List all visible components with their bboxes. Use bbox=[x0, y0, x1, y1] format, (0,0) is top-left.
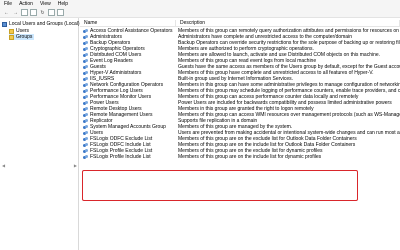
group-icon bbox=[83, 65, 88, 69]
list-rows: Access Control Assistance Operators Membe… bbox=[80, 28, 400, 160]
menu-bar: File Action View Help bbox=[0, 0, 400, 8]
group-icon bbox=[83, 107, 88, 111]
group-name: FSLogix Profile Include List bbox=[90, 154, 151, 160]
group-icon bbox=[83, 101, 88, 105]
refresh-icon[interactable]: ↻ bbox=[39, 9, 46, 16]
list-header: Name Description bbox=[80, 20, 400, 27]
group-icon bbox=[83, 59, 88, 63]
menu-help[interactable]: Help bbox=[58, 0, 68, 8]
menu-file[interactable]: File bbox=[4, 0, 12, 8]
folder-icon[interactable] bbox=[21, 9, 28, 16]
back-icon[interactable]: ← bbox=[3, 9, 10, 16]
menu-action[interactable]: Action bbox=[19, 0, 33, 8]
menu-view[interactable]: View bbox=[40, 0, 51, 8]
tree-pane: Local Users and Groups (Local) Users Gro… bbox=[0, 18, 80, 250]
help-icon[interactable] bbox=[57, 9, 64, 16]
tree-item-groups[interactable]: Groups bbox=[9, 34, 35, 40]
folder-icon bbox=[9, 34, 14, 40]
group-icon bbox=[83, 47, 88, 51]
forward-icon[interactable]: → bbox=[12, 9, 19, 16]
scroll-right-icon[interactable]: ▶ bbox=[74, 163, 77, 168]
tree-item-label: Groups bbox=[16, 34, 33, 40]
toolbar: ← → ↻ bbox=[0, 8, 400, 18]
tree-root[interactable]: Local Users and Groups (Local) bbox=[2, 21, 80, 27]
group-icon bbox=[83, 29, 88, 33]
group-icon bbox=[83, 71, 88, 75]
group-icon bbox=[83, 137, 88, 141]
group-icon bbox=[83, 95, 88, 99]
scroll-left-icon[interactable]: ◀ bbox=[2, 163, 5, 168]
column-header-description[interactable]: Description bbox=[176, 20, 400, 27]
group-icon bbox=[83, 155, 88, 159]
group-icon bbox=[83, 35, 88, 39]
export-icon[interactable] bbox=[48, 9, 55, 16]
group-icon bbox=[83, 113, 88, 117]
group-icon bbox=[83, 125, 88, 129]
column-header-name[interactable]: Name bbox=[80, 20, 176, 27]
group-name-cell: FSLogix Profile Include List bbox=[80, 154, 176, 160]
group-icon bbox=[83, 77, 88, 81]
table-row[interactable]: FSLogix Profile Include List Members of t… bbox=[80, 154, 400, 160]
group-icon bbox=[83, 41, 88, 45]
group-icon bbox=[83, 143, 88, 147]
group-icon bbox=[83, 89, 88, 93]
computer-icon bbox=[2, 21, 7, 27]
group-icon bbox=[83, 83, 88, 87]
groups-list: Name Description Access Control Assistan… bbox=[80, 18, 400, 250]
group-icon bbox=[83, 53, 88, 57]
tree-root-label: Local Users and Groups (Local) bbox=[9, 21, 80, 27]
group-icon bbox=[83, 149, 88, 153]
folder-icon bbox=[9, 28, 14, 34]
group-description: Members of this group are on the include… bbox=[178, 154, 322, 160]
group-icon bbox=[83, 131, 88, 135]
group-icon bbox=[83, 119, 88, 123]
list-icon[interactable] bbox=[30, 9, 37, 16]
tree-horizontal-scrollbar[interactable]: ◀ ▶ bbox=[2, 163, 77, 168]
